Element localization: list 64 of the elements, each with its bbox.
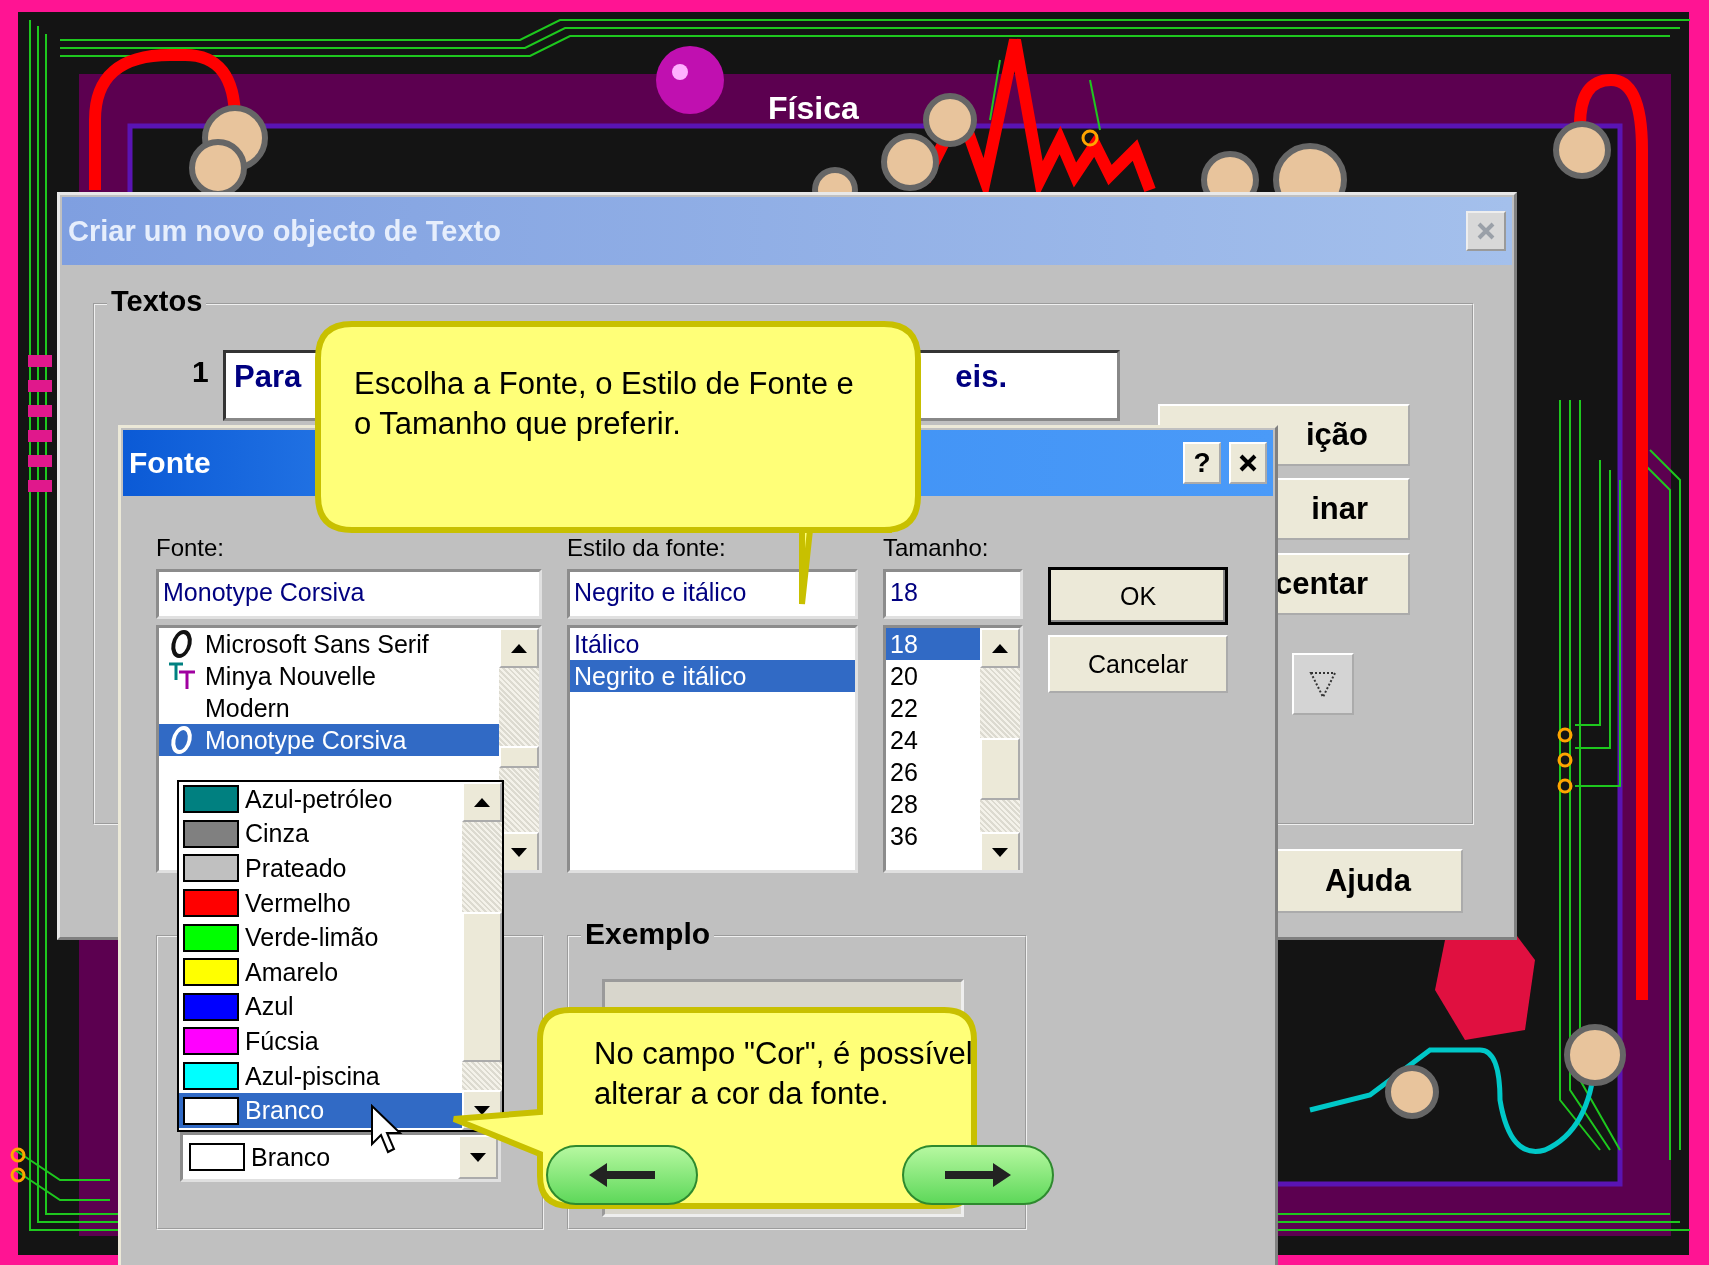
font-size-field[interactable]: 18 [883, 569, 1023, 619]
back-button[interactable] [546, 1145, 698, 1205]
font-type-icon [168, 662, 196, 690]
ok-button[interactable]: OK [1048, 567, 1228, 625]
size-list-item[interactable]: 24 [886, 724, 980, 756]
color-option[interactable]: Verde-limão [179, 920, 462, 955]
scroll-down-button[interactable] [980, 832, 1020, 870]
scrollbar[interactable] [462, 782, 502, 1130]
next-button[interactable] [902, 1145, 1054, 1205]
close-icon [1238, 453, 1258, 473]
color-option[interactable]: Fúcsia [179, 1024, 462, 1059]
field-label: Fonte: [156, 533, 226, 563]
size-list-item[interactable]: 18 [886, 628, 980, 660]
scrollbar[interactable] [980, 628, 1020, 870]
size-list-item[interactable]: 20 [886, 660, 980, 692]
field-label: Estilo da fonte: [567, 533, 727, 563]
cancel-button[interactable]: Cancelar [1048, 635, 1228, 693]
scrollbar[interactable] [499, 628, 539, 870]
color-option[interactable]: Azul-petróleo [179, 782, 462, 817]
font-style-field[interactable]: Negrito e itálico [567, 569, 858, 619]
help-button[interactable]: ? [1183, 442, 1221, 484]
color-option[interactable]: Prateado [179, 851, 462, 886]
field-label: Tamanho: [883, 533, 990, 563]
font-list-item[interactable]: Modern [159, 692, 499, 724]
text-value: Para [234, 359, 302, 395]
scroll-up-button[interactable] [499, 628, 539, 668]
dialog-title: Fonte [129, 446, 212, 480]
dropdown-button[interactable] [1292, 653, 1354, 715]
font-list-item[interactable]: Minya Nouvelle [159, 660, 499, 692]
scroll-thumb[interactable] [980, 738, 1020, 800]
font-type-icon [169, 630, 195, 658]
scroll-up-button[interactable] [980, 628, 1020, 668]
text-value: eis. [955, 359, 1007, 395]
scroll-up-button[interactable] [462, 782, 502, 822]
size-list-item[interactable]: 26 [886, 756, 980, 788]
scroll-thumb[interactable] [462, 912, 502, 1062]
color-option[interactable]: Azul-piscina [179, 1058, 462, 1094]
color-option[interactable]: Amarelo [179, 954, 462, 990]
connector-pads-drawing [1557, 727, 1573, 794]
size-list-item[interactable]: 28 [886, 788, 980, 820]
style-list-item[interactable]: Itálico [570, 628, 855, 660]
connector-pad-drawing [1081, 129, 1099, 147]
sphere-drawing [656, 46, 724, 114]
size-list-item[interactable]: 22 [886, 692, 980, 724]
style-list-item[interactable]: Negrito e itálico [570, 660, 855, 692]
color-option[interactable]: Branco [179, 1093, 462, 1128]
font-list-item[interactable]: Microsoft Sans Serif [159, 628, 499, 660]
help-button[interactable]: Ajuda [1276, 849, 1463, 913]
dialog-title: Criar um novo objecto de Texto [68, 214, 501, 248]
color-option[interactable]: Vermelho [179, 885, 462, 921]
page-title: Física [768, 90, 859, 127]
font-type-icon [169, 726, 195, 754]
color-option[interactable]: Azul [179, 989, 462, 1025]
row-number: 1 [192, 355, 209, 389]
bead-drawing [1385, 1065, 1439, 1119]
color-option[interactable]: Cinza [179, 816, 462, 852]
size-list-item[interactable]: 36 [886, 820, 980, 852]
font-name-field[interactable]: Monotype Corsiva [156, 569, 542, 619]
color-dropdown[interactable]: Branco [180, 1132, 501, 1182]
triangle-icon [1308, 669, 1338, 699]
connector-pads-drawing [10, 1147, 26, 1183]
scroll-thumb[interactable] [499, 746, 539, 768]
font-list-item[interactable]: Monotype Corsiva [159, 724, 499, 756]
close-icon [1475, 220, 1497, 242]
